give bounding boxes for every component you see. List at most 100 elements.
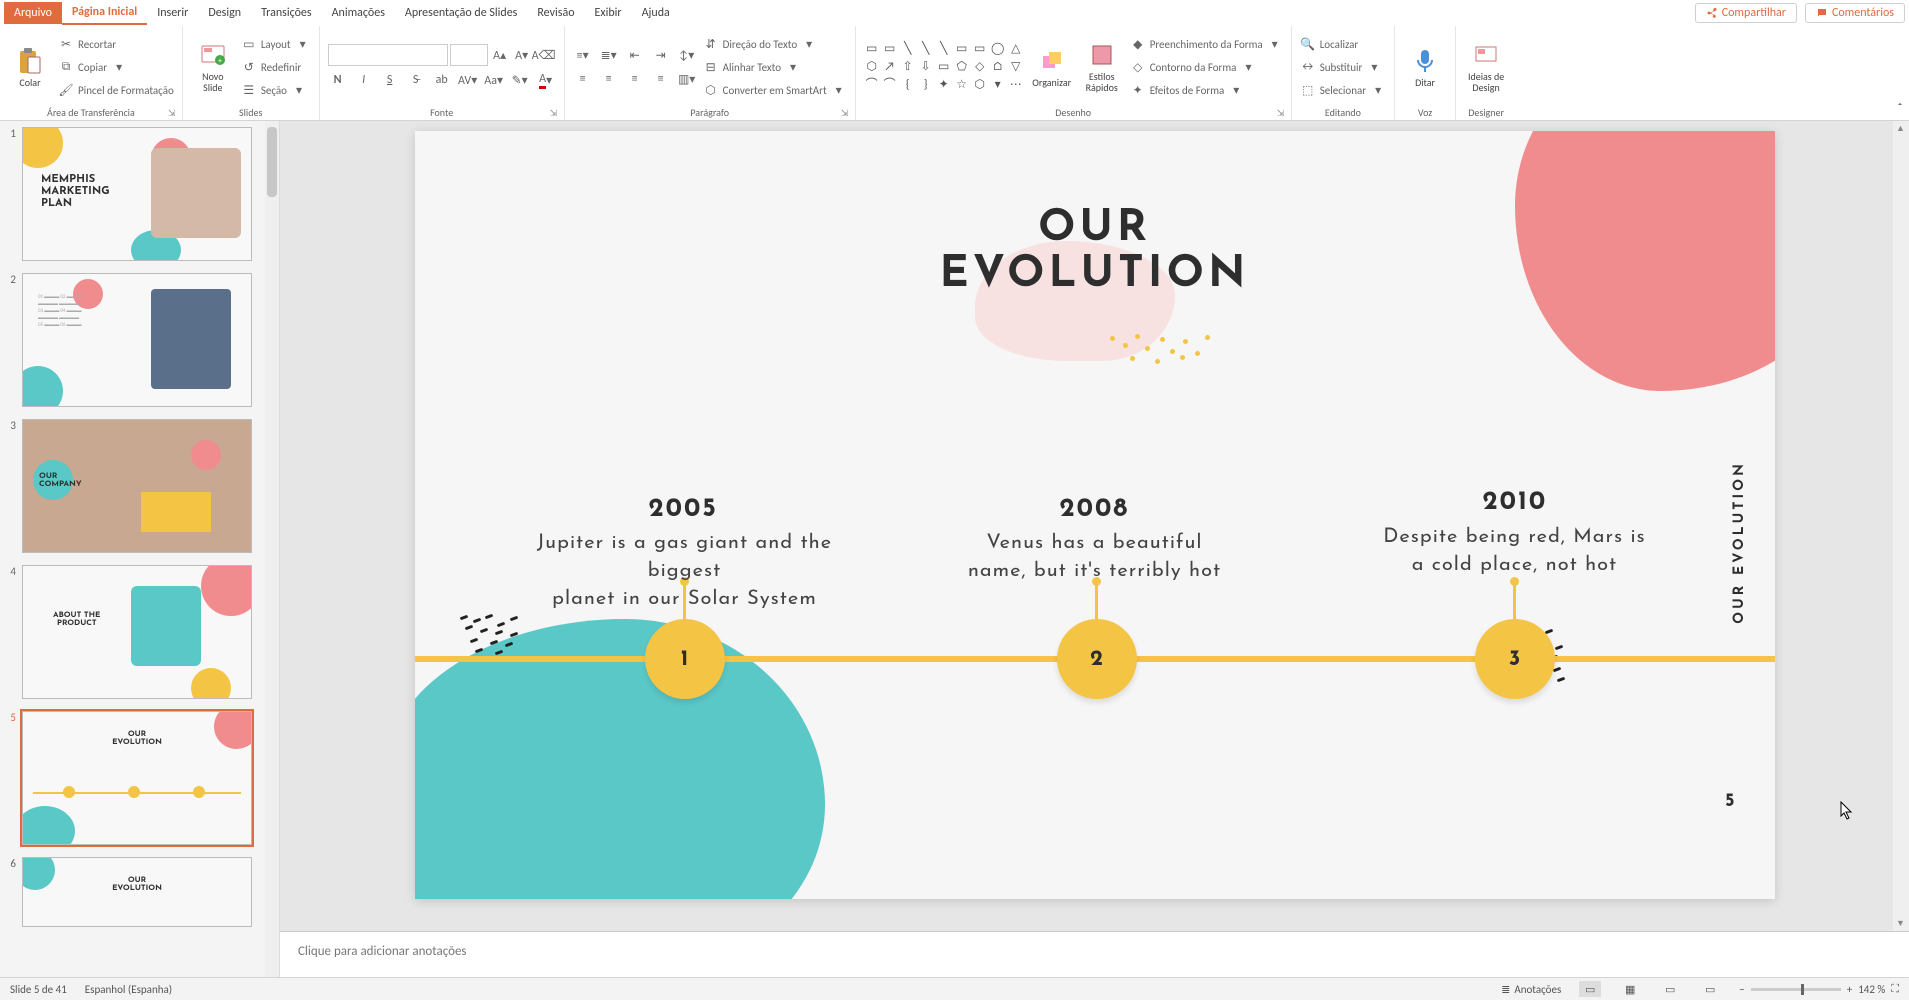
- drawing-launcher[interactable]: ⇲: [1277, 108, 1287, 118]
- numbering-icon[interactable]: ≣▾: [599, 45, 619, 65]
- canvas-scrollbar[interactable]: ▲ ▼: [1893, 121, 1909, 931]
- canvas-area[interactable]: OUR EVOLUTION: [280, 121, 1909, 931]
- align-text-button[interactable]: ⊟Alinhar Texto▾: [703, 56, 847, 78]
- collapse-ribbon-button[interactable]: ˆ: [1891, 26, 1909, 120]
- underline-icon[interactable]: S: [380, 70, 400, 90]
- font-family-select[interactable]: [328, 44, 448, 66]
- justify-icon[interactable]: ≡: [651, 69, 671, 89]
- format-painter-button[interactable]: 🖌Pincel de Formatação: [58, 79, 174, 101]
- shapes-gallery[interactable]: ▭▭╲╲╲▭▭◯△ ⬡↗⇧⇩▭⬠◇⌂▽ ⌒⌒{}✦☆⬡▾⋯: [864, 41, 1024, 93]
- strike-icon[interactable]: S̶: [406, 70, 426, 90]
- tab-review[interactable]: Revisão: [527, 2, 584, 24]
- zoom-value[interactable]: 142 %: [1858, 983, 1885, 996]
- thumbnail-3[interactable]: OUR COMPANY: [22, 419, 252, 553]
- section-button[interactable]: ☰Seção▾: [241, 79, 311, 101]
- copy-button[interactable]: ⧉Copiar▾: [58, 56, 174, 78]
- reset-button[interactable]: ↺Redefinir: [241, 56, 311, 78]
- thumbnail-5[interactable]: OUR EVOLUTION: [22, 711, 252, 845]
- new-slide-button[interactable]: + Novo Slide: [191, 33, 235, 101]
- paragraph-launcher[interactable]: ⇲: [841, 108, 851, 118]
- increase-font-icon[interactable]: A▴: [490, 45, 510, 65]
- tab-animations[interactable]: Animações: [322, 2, 395, 24]
- select-button[interactable]: ⬚Selecionar▾: [1300, 79, 1386, 101]
- notes-toggle-button[interactable]: ≣ Anotações: [1501, 983, 1561, 996]
- tab-insert[interactable]: Inserir: [147, 2, 198, 24]
- char-spacing-icon[interactable]: AV▾: [458, 70, 478, 90]
- change-case-icon[interactable]: Aa▾: [484, 70, 504, 90]
- shadow-icon[interactable]: ab: [432, 70, 452, 90]
- decrease-indent-icon[interactable]: ⇤: [625, 45, 645, 65]
- timeline-circle-1[interactable]: 1: [645, 619, 725, 699]
- view-slideshow-button[interactable]: ▭: [1699, 981, 1721, 997]
- view-sorter-button[interactable]: ▦: [1619, 981, 1641, 997]
- comments-button[interactable]: Comentários: [1805, 3, 1905, 23]
- timeline-year-1[interactable]: 2005: [649, 496, 718, 523]
- thumbnail-6[interactable]: OUR EVOLUTION: [22, 857, 252, 927]
- timeline-desc-1[interactable]: Jupiter is a gas giant and the biggest p…: [505, 529, 865, 613]
- tab-view[interactable]: Exibir: [585, 2, 632, 24]
- notes-pane[interactable]: Clique para adicionar anotações: [280, 931, 1909, 977]
- decrease-font-icon[interactable]: A▾: [512, 45, 532, 65]
- paste-button[interactable]: Colar: [8, 33, 52, 101]
- timeline-desc-3[interactable]: Despite being red, Mars is a cold place,…: [1375, 523, 1655, 579]
- cut-button[interactable]: ✂Recortar: [58, 33, 174, 55]
- align-right-icon[interactable]: ≡: [625, 69, 645, 89]
- fit-window-button[interactable]: ⛶: [1891, 982, 1899, 996]
- zoom-control[interactable]: − + 142 % ⛶: [1739, 982, 1899, 996]
- font-launcher[interactable]: ⇲: [550, 108, 560, 118]
- zoom-slider[interactable]: [1751, 988, 1841, 991]
- align-left-icon[interactable]: ≡: [573, 69, 593, 89]
- slide-canvas[interactable]: OUR EVOLUTION: [415, 131, 1775, 899]
- thumb-number: 3: [4, 419, 16, 553]
- tab-home[interactable]: Página Inicial: [62, 1, 147, 25]
- increase-indent-icon[interactable]: ⇥: [651, 45, 671, 65]
- side-label[interactable]: OUR EVOLUTION: [1732, 461, 1747, 624]
- shape-effects-button[interactable]: ✦Efeitos de Forma▾: [1130, 79, 1283, 101]
- view-reading-button[interactable]: ▭: [1659, 981, 1681, 997]
- slide-title[interactable]: OUR EVOLUTION: [415, 206, 1775, 298]
- zoom-in-button[interactable]: +: [1847, 983, 1852, 996]
- italic-icon[interactable]: I: [354, 70, 374, 90]
- thumbnail-2[interactable]: 01 ▬▬▬ 02 ▬▬▬▬▬▬▬ ▬▬▬▬03 ▬▬▬ 04 ▬▬▬▬▬▬▬ …: [22, 273, 252, 407]
- highlight-icon[interactable]: ✎▾: [510, 70, 530, 90]
- zoom-out-button[interactable]: −: [1739, 983, 1744, 996]
- line-spacing-icon[interactable]: ↕▾: [677, 45, 697, 65]
- design-ideas-button[interactable]: Ideias de Design: [1464, 33, 1508, 101]
- tab-file[interactable]: Arquivo: [4, 2, 62, 24]
- shape-outline-button[interactable]: ◇Contorno da Forma▾: [1130, 56, 1283, 78]
- view-normal-button[interactable]: ▭: [1579, 981, 1601, 997]
- timeline-circle-2[interactable]: 2: [1057, 619, 1137, 699]
- tab-transitions[interactable]: Transições: [251, 2, 322, 24]
- slide-page-number[interactable]: 5: [1725, 793, 1734, 811]
- tab-help[interactable]: Ajuda: [632, 2, 680, 24]
- replace-button[interactable]: ↔Substituir▾: [1300, 56, 1386, 78]
- bold-icon[interactable]: N: [328, 70, 348, 90]
- quick-styles-button[interactable]: Estilos Rápidos: [1080, 33, 1124, 101]
- columns-icon[interactable]: ▥▾: [677, 69, 697, 89]
- thumbnail-4[interactable]: ABOUT THE PRODUCT: [22, 565, 252, 699]
- tab-slideshow[interactable]: Apresentação de Slides: [395, 2, 527, 24]
- timeline-year-3[interactable]: 2010: [1483, 489, 1548, 516]
- arrange-button[interactable]: Organizar: [1030, 33, 1074, 101]
- find-button[interactable]: 🔍Localizar: [1300, 33, 1386, 55]
- font-size-select[interactable]: [450, 44, 488, 66]
- timeline-circle-3[interactable]: 3: [1475, 619, 1555, 699]
- clipboard-launcher[interactable]: ⇲: [168, 108, 178, 118]
- thumbnail-scrollbar[interactable]: [265, 121, 279, 977]
- clear-format-icon[interactable]: A⌫: [534, 45, 554, 65]
- layout-button[interactable]: ▭Layout▾: [241, 33, 311, 55]
- dictate-button[interactable]: Ditar: [1403, 33, 1447, 101]
- font-color-icon[interactable]: A▾: [536, 70, 556, 90]
- timeline-desc-2[interactable]: Venus has a beautiful name, but it's ter…: [945, 529, 1245, 585]
- shape-fill-button[interactable]: ◆Preenchimento da Forma▾: [1130, 33, 1283, 55]
- share-button[interactable]: Compartilhar: [1695, 3, 1797, 23]
- tab-design[interactable]: Design: [198, 2, 251, 24]
- text-direction-button[interactable]: ⇵Direção do Texto▾: [703, 33, 847, 55]
- bullets-icon[interactable]: ≡▾: [573, 45, 593, 65]
- convert-smartart-button[interactable]: ⬡Converter em SmartArt▾: [703, 79, 847, 101]
- status-language[interactable]: Espanhol (Espanha): [85, 983, 172, 996]
- status-slide-position[interactable]: Slide 5 de 41: [10, 983, 67, 996]
- align-center-icon[interactable]: ≡: [599, 69, 619, 89]
- thumbnail-1[interactable]: MEMPHIS MARKETING PLAN: [22, 127, 252, 261]
- timeline-year-2[interactable]: 2008: [1060, 496, 1130, 523]
